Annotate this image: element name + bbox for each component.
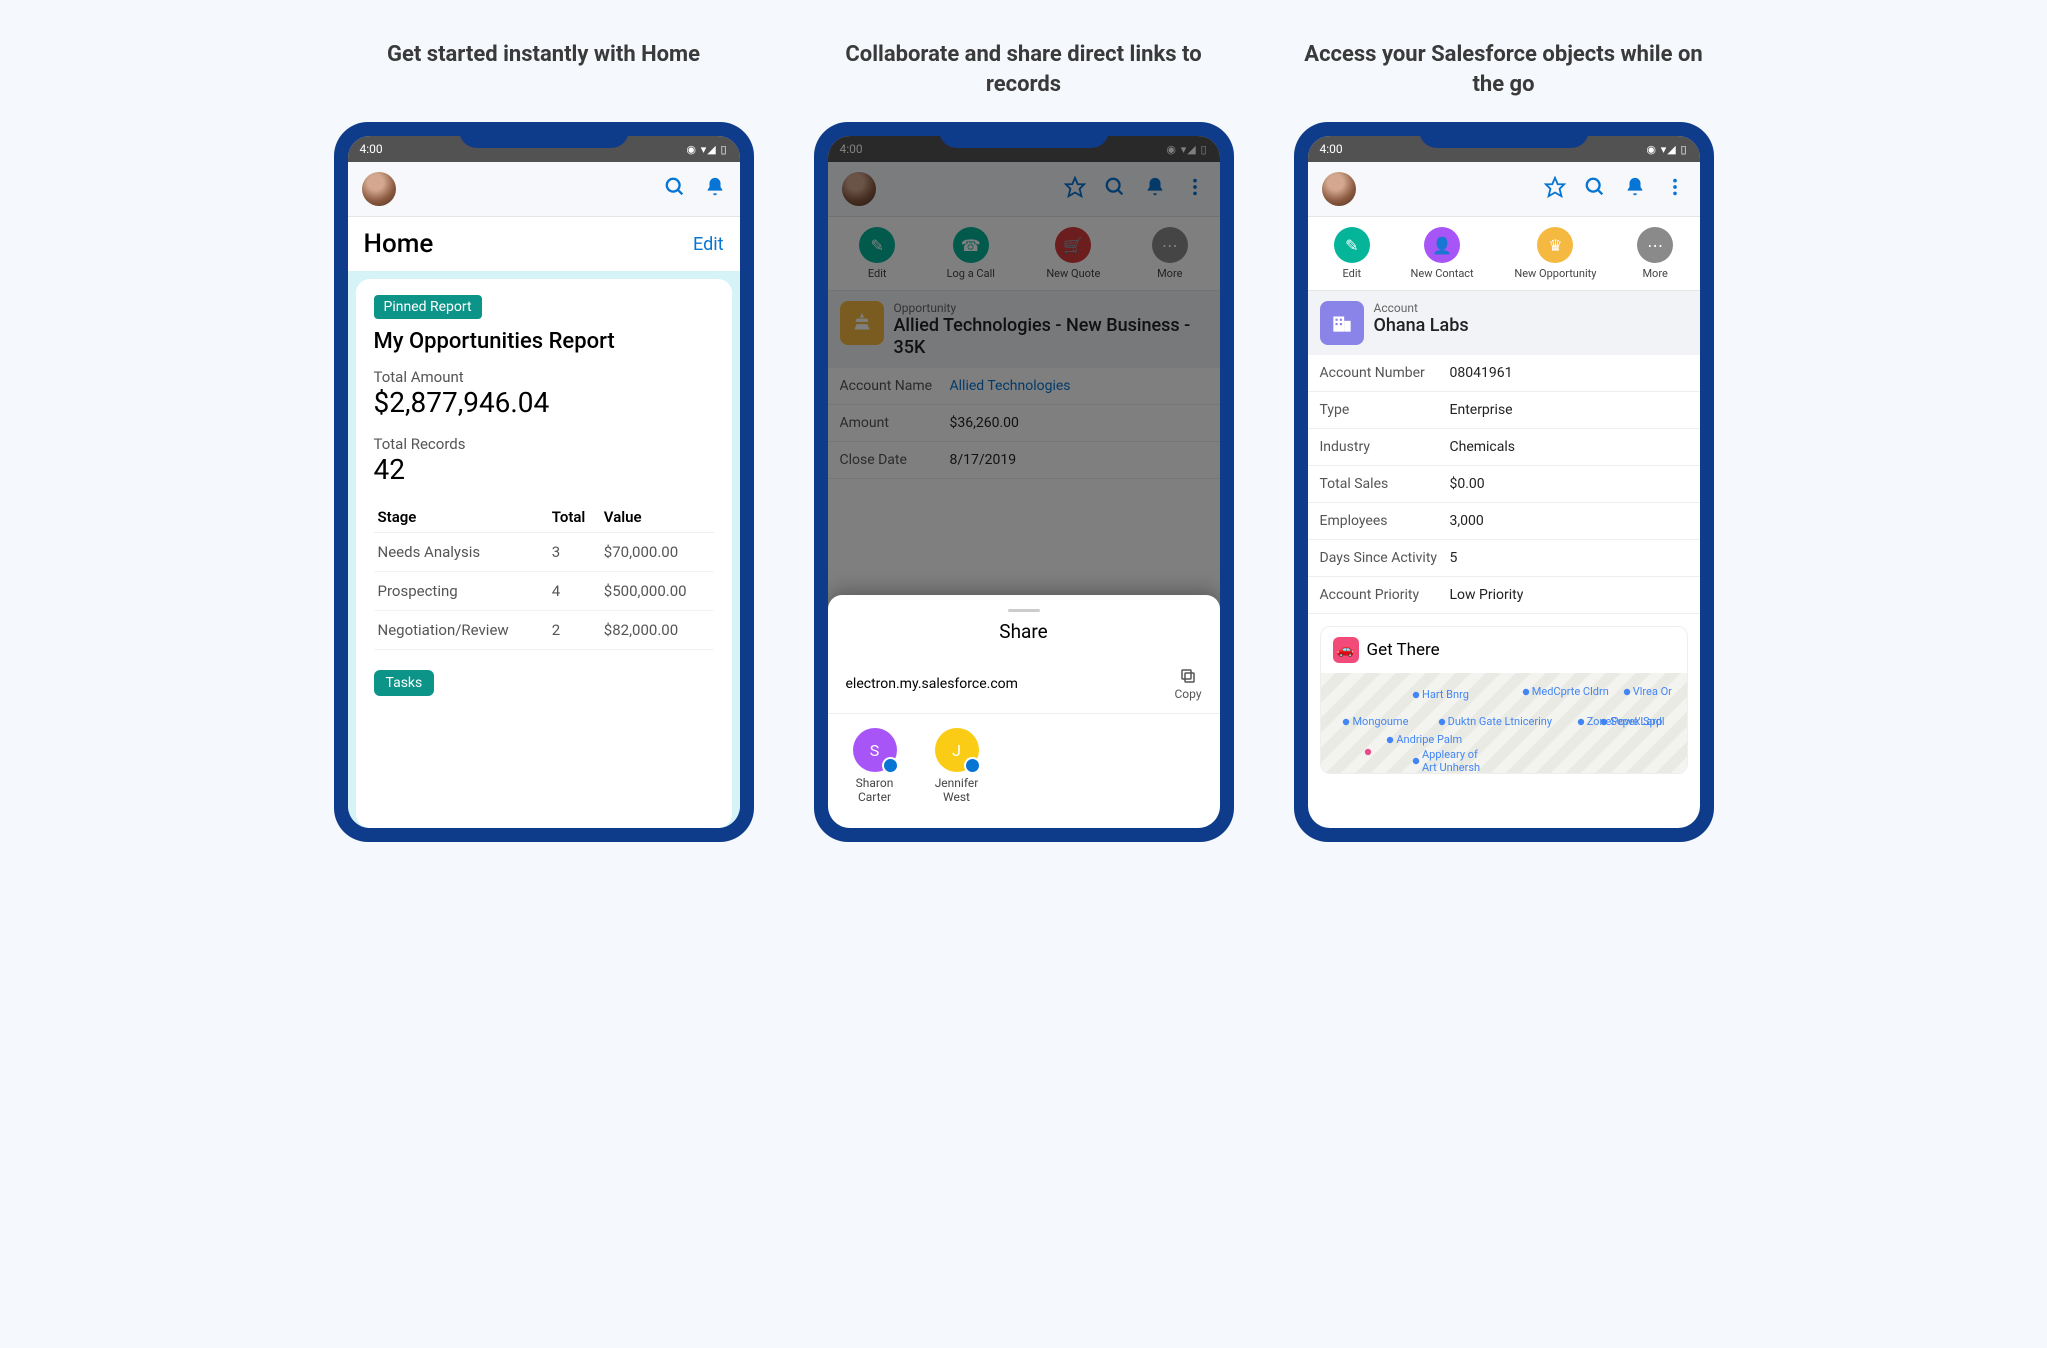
contact-name: Sharon Carter [846,776,904,804]
get-there-label: Get There [1367,640,1440,660]
caption-1: Get started instantly with Home [334,40,754,102]
action-new-contact[interactable]: 👤New Contact [1411,227,1474,280]
share-title: Share [828,620,1220,643]
action-new-opportunity[interactable]: ♛New Opportunity [1514,227,1596,280]
col-total: Total [548,502,600,533]
record-header: Account Ohana Labs [1308,291,1700,355]
col-value: Value [600,502,714,533]
caption-2: Collaborate and share direct links to re… [814,40,1234,102]
detail-row: Days Since Activity5 [1308,540,1700,577]
message-badge-icon [964,757,981,774]
share-contact[interactable]: S Sharon Carter [846,728,904,804]
detail-row: Account PriorityLow Priority [1308,577,1700,614]
phone-frame-1: 4:00 ◉ ▾◢ ▯ Home Edit Pinned Repor [334,122,754,842]
action-more[interactable]: ⋯More [1637,227,1673,280]
col-stage: Stage [374,502,548,533]
sheet-grab-handle[interactable] [1008,609,1040,612]
table-row: Needs Analysis3$70,000.00 [374,533,714,572]
phone-frame-3: 4:00 ◉ ▾◢ ▯ ✎Edit 👤New Contact ♛New Op [1294,122,1714,842]
tasks-tag[interactable]: Tasks [374,670,435,696]
table-row: Prospecting4$500,000.00 [374,572,714,611]
account-icon [1320,301,1364,345]
detail-row: TypeEnterprise [1308,392,1700,429]
action-edit[interactable]: ✎Edit [1334,227,1370,280]
status-icons: ◉ ▾◢ ▯ [686,143,727,156]
caption-3: Access your Salesforce objects while on … [1294,40,1714,102]
record-type: Account [1374,301,1469,315]
status-time: 4:00 [360,142,383,156]
get-there-card[interactable]: 🚗 Get There Hart Bnrg MedCprte Cldrn Vlr… [1320,626,1688,774]
share-sheet: Share electron.my.salesforce.com Copy S … [828,595,1220,828]
detail-row: Total Sales$0.00 [1308,466,1700,503]
more-icon[interactable] [1664,176,1686,202]
page-title: Home [364,229,434,259]
detail-row: Employees3,000 [1308,503,1700,540]
bell-icon[interactable] [704,176,726,202]
app-bar [348,162,740,217]
share-contact[interactable]: J Jennifer West [928,728,986,804]
search-icon[interactable] [664,176,686,202]
avatar[interactable] [362,172,396,206]
copy-button[interactable]: Copy [1174,667,1201,701]
detail-row: IndustryChemicals [1308,429,1700,466]
bell-icon[interactable] [1624,176,1646,202]
message-badge-icon [882,757,899,774]
stage-table: Stage Total Value Needs Analysis3$70,000… [374,502,714,650]
status-time: 4:00 [1320,142,1343,156]
total-records-label: Total Records [374,435,714,453]
status-icons: ◉ ▾◢ ▯ [1646,143,1687,156]
table-row: Negotiation/Review2$82,000.00 [374,611,714,650]
avatar[interactable] [1322,172,1356,206]
edit-link[interactable]: Edit [693,234,723,255]
record-title: Ohana Labs [1374,315,1469,337]
total-amount-label: Total Amount [374,368,714,386]
total-records-value: 42 [374,453,714,486]
search-icon[interactable] [1584,176,1606,202]
phone-frame-2: 4:00 ◉ ▾◢ ▯ ✎Edit ☎Log a Call 🛒New Quo [814,122,1234,842]
map-preview[interactable]: Hart Bnrg MedCprte Cldrn Vlrea Or Mongou… [1321,673,1687,773]
copy-label: Copy [1174,687,1201,701]
star-icon[interactable] [1544,176,1566,202]
total-amount-value: $2,877,946.04 [374,386,714,419]
pinned-report-tag: Pinned Report [374,295,482,319]
action-row: ✎Edit 👤New Contact ♛New Opportunity ⋯Mor… [1308,217,1700,291]
car-icon: 🚗 [1333,637,1359,663]
contact-name: Jennifer West [928,776,986,804]
share-url: electron.my.salesforce.com [846,676,1018,692]
detail-row: Account Number08041961 [1308,355,1700,392]
report-title: My Opportunities Report [374,329,714,354]
app-bar [1308,162,1700,217]
report-card: Pinned Report My Opportunities Report To… [356,279,732,828]
